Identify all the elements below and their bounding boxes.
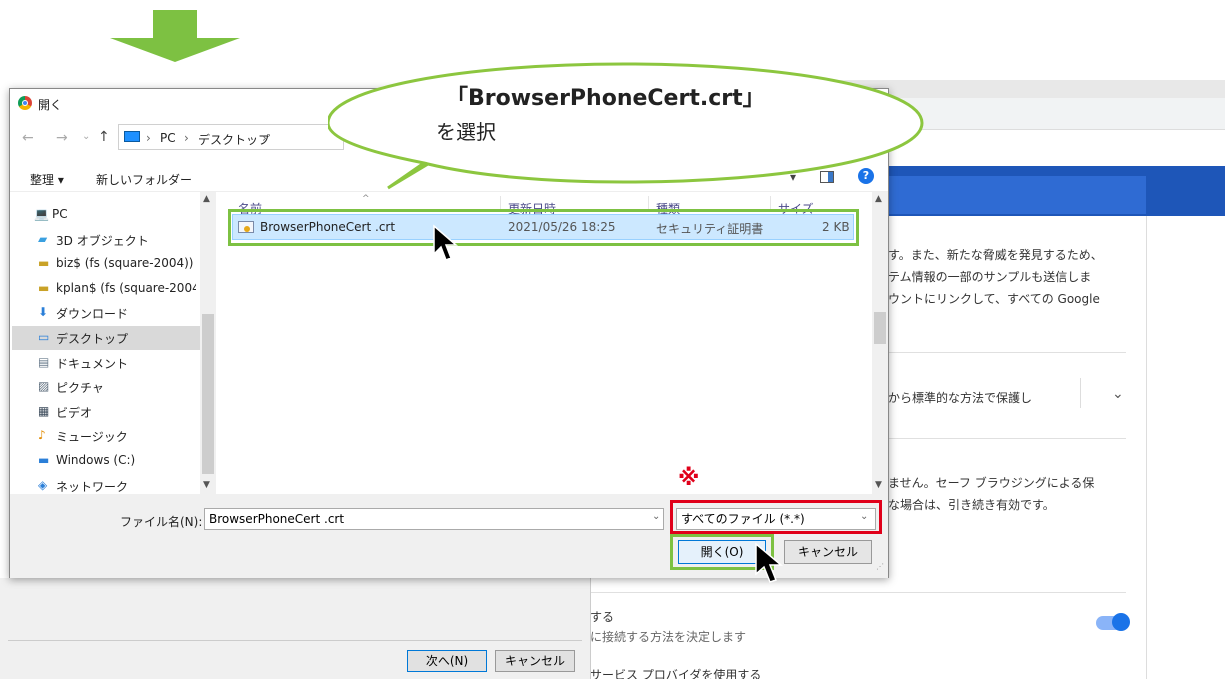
organize-button[interactable]: 整理 ▾ [30, 171, 64, 188]
safe-browsing-text-2: な場合は、引き続き有効です。 [888, 498, 1055, 512]
download-icon: ⬇ [38, 305, 49, 320]
cancel-button[interactable]: キャンセル [784, 540, 872, 564]
standard-protection-text: から標準的な方法で保護し [888, 391, 1033, 405]
sort-caret-icon: ^ [362, 194, 370, 204]
sidebar-item-label[interactable]: kplan$ (fs (square-2004)) [56, 281, 196, 295]
back-icon[interactable]: ← [22, 130, 34, 146]
sidebar-item-label[interactable]: ミュージック [56, 428, 128, 445]
filename-label: ファイル名(N): [120, 515, 203, 529]
chevron-down-icon[interactable]: ⌄ [1112, 386, 1124, 402]
forward-icon[interactable]: → [56, 130, 68, 146]
divider [590, 592, 1126, 593]
divider [888, 438, 1126, 439]
scroll-up-icon[interactable]: ▲ [203, 194, 210, 204]
music-icon: ♪ [38, 428, 46, 443]
sidebar-item-label[interactable]: 3D オブジェクト [56, 232, 149, 249]
file-list-scroll-thumb[interactable] [874, 312, 886, 344]
sidebar-scroll-thumb[interactable] [202, 314, 214, 474]
sidebar-item-label[interactable]: ダウンロード [56, 305, 128, 322]
settings-text-1: す。また、新たな脅威を発見するため、 [888, 248, 1103, 262]
filename-dropdown-icon[interactable]: ⌄ [652, 511, 660, 522]
drive-icon: ▬ [38, 453, 50, 467]
network-drive-icon: ▬ [38, 280, 50, 295]
sidebar-item-label[interactable]: PC [52, 207, 68, 221]
settings-scrollbar-line [1146, 216, 1147, 679]
sidebar-item-label[interactable]: ビデオ [56, 404, 92, 421]
bubble-filename-text: 「BrowserPhoneCert.crt」 [446, 86, 765, 111]
dialog-title: 開く [38, 98, 63, 112]
wizard-divider [8, 640, 582, 641]
sidebar-item-label[interactable]: ピクチャ [56, 379, 104, 396]
sidebar-item-label[interactable]: ネットワーク [56, 478, 128, 495]
breadcrumb-sep: › [146, 131, 151, 145]
desktop-icon: ▭ [38, 330, 50, 344]
up-icon[interactable]: ↑ [98, 129, 110, 145]
scroll-down-icon[interactable]: ▼ [875, 480, 882, 490]
divider [888, 352, 1126, 353]
document-icon: ▤ [38, 354, 50, 369]
filetype-highlight-box [670, 500, 882, 534]
wizard-cancel-button[interactable]: キャンセル [495, 650, 575, 672]
mouse-cursor-icon [433, 224, 458, 261]
sidebar-item-label[interactable]: biz$ (fs (square-2004)) [56, 256, 193, 270]
sidebar-item-label[interactable]: デスクトップ [56, 330, 128, 347]
wizard-next-button[interactable]: 次へ(N) [407, 650, 487, 672]
video-icon: ▦ [38, 403, 50, 418]
bubble-instruction-text: を選択 [436, 120, 496, 144]
scroll-down-icon[interactable]: ▼ [203, 480, 210, 490]
picture-icon: ▨ [38, 379, 50, 394]
down-arrow-icon [110, 10, 240, 62]
divider [590, 578, 591, 679]
breadcrumb-sep: › [184, 131, 189, 145]
safe-browsing-text-1: ません。セーフ ブラウジングによる保 [888, 476, 1095, 490]
sidebar-item-label[interactable]: Windows (C:) [56, 453, 135, 467]
toggle-knob[interactable] [1112, 613, 1130, 631]
scroll-up-icon[interactable]: ▲ [875, 194, 882, 204]
filename-input[interactable]: BrowserPhoneCert .crt [204, 508, 664, 530]
breadcrumb-desktop[interactable]: デスクトップ [198, 131, 270, 148]
monitor-icon [124, 131, 140, 142]
secure-dns-title: する [590, 610, 615, 624]
network-drive-icon: ▬ [38, 256, 50, 271]
cube-icon: ▰ [38, 231, 48, 246]
divider [1080, 378, 1081, 408]
sidebar-item-label[interactable]: ドキュメント [56, 355, 128, 372]
pc-icon: 💻 [34, 207, 49, 221]
new-folder-button[interactable]: 新しいフォルダー [96, 171, 192, 188]
resize-grip-icon[interactable]: ⋰ [876, 562, 884, 571]
breadcrumb-pc[interactable]: PC [160, 131, 176, 145]
recent-dropdown-icon[interactable]: ⌄ [82, 131, 90, 142]
secure-dns-desc: に接続する方法を決定します [590, 630, 747, 644]
mouse-cursor-icon [755, 542, 784, 583]
breadcrumb-sep: › [262, 131, 267, 145]
note-mark: ※ [678, 466, 700, 491]
secure-dns-option: サービス プロバイダを使用する [590, 668, 762, 679]
settings-text-2: テム情報の一部のサンプルも送信しま [888, 270, 1092, 284]
file-highlight-box [228, 209, 859, 246]
network-icon: ◈ [38, 477, 48, 492]
settings-text-3: ウントにリンクして、すべての Google [888, 292, 1100, 306]
chrome-icon-center [22, 100, 28, 106]
